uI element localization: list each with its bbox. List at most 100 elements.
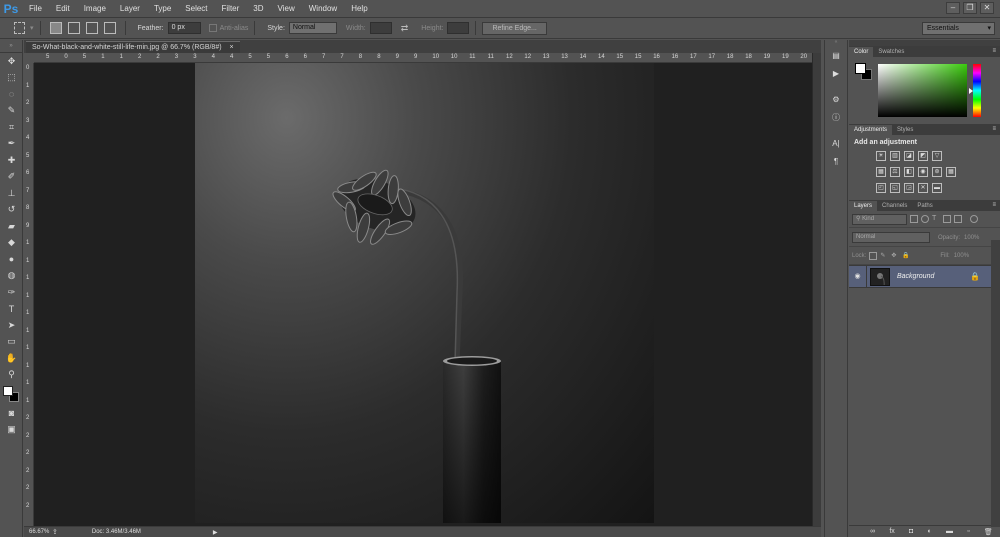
gradient-map-icon[interactable]: ▬ — [932, 183, 942, 193]
layer-name[interactable]: Background — [897, 273, 934, 280]
swap-dimensions-icon[interactable]: ⇄ — [401, 23, 409, 34]
visibility-eye-icon[interactable]: ◉ — [849, 265, 867, 288]
feather-input[interactable]: 0 px — [167, 22, 201, 34]
pen-tool-icon[interactable]: ✑ — [0, 284, 23, 301]
type-tool-icon[interactable]: T — [0, 301, 23, 318]
channel-mixer-icon[interactable]: ⊛ — [932, 167, 942, 177]
foreground-color-swatch[interactable] — [3, 386, 13, 396]
color-balance-icon[interactable]: ⚖ — [890, 167, 900, 177]
hue-saturation-icon[interactable]: ▦ — [876, 167, 886, 177]
hue-slider[interactable] — [973, 64, 981, 117]
tab-channels[interactable]: Channels — [877, 201, 912, 211]
add-selection-icon[interactable] — [67, 22, 80, 34]
tab-close-icon[interactable]: × — [230, 44, 234, 51]
properties-panel-icon[interactable]: ⚙ — [825, 91, 847, 107]
paragraph-panel-icon[interactable]: ¶ — [825, 153, 847, 169]
marquee-tool-icon[interactable]: ⬚ — [0, 70, 23, 87]
adjustments-menu-icon[interactable]: ≡ — [992, 126, 996, 132]
lasso-tool-icon[interactable]: ◌ — [0, 86, 23, 103]
tab-swatches[interactable]: Swatches — [873, 47, 909, 57]
smart-object-filter-icon[interactable] — [954, 215, 962, 223]
lock-pixels-icon[interactable]: ✎ — [880, 252, 888, 260]
vibrance-icon[interactable]: ▽ — [932, 151, 942, 161]
layers-list-empty-area[interactable] — [849, 289, 1000, 525]
menu-edit[interactable]: Edit — [49, 4, 77, 13]
style-select[interactable]: Normal — [288, 22, 337, 34]
black-white-icon[interactable]: ◧ — [904, 167, 914, 177]
healing-brush-tool-icon[interactable]: ✚ — [0, 152, 23, 169]
lock-all-icon[interactable]: 🔒 — [902, 252, 910, 260]
new-adjustment-icon[interactable]: ◐ — [928, 528, 932, 535]
brightness-contrast-icon[interactable]: ☀ — [876, 151, 886, 161]
pixel-filter-icon[interactable] — [910, 215, 918, 223]
restore-button[interactable]: ❐ — [963, 2, 977, 14]
curves-icon[interactable]: ◪ — [904, 151, 914, 161]
levels-icon[interactable]: ▥ — [890, 151, 900, 161]
color-panel-menu-icon[interactable]: ≡ — [992, 48, 996, 54]
close-button[interactable]: ✕ — [980, 2, 994, 14]
new-selection-icon[interactable] — [49, 22, 62, 34]
filter-toggle-icon[interactable] — [970, 215, 978, 223]
preset-dropdown-arrow-icon[interactable]: ▾ — [30, 24, 34, 32]
share-icon[interactable]: ⇪ — [52, 528, 58, 536]
menu-help[interactable]: Help — [344, 4, 374, 13]
lock-position-icon[interactable]: ✥ — [891, 252, 899, 260]
path-selection-tool-icon[interactable]: ➤ — [0, 317, 23, 334]
photo-filter-icon[interactable]: ◉ — [918, 167, 928, 177]
width-input[interactable] — [369, 22, 392, 34]
tab-paths[interactable]: Paths — [912, 201, 937, 211]
color-field[interactable] — [878, 64, 967, 117]
menu-filter[interactable]: Filter — [215, 4, 247, 13]
opacity-value[interactable]: 100% — [964, 235, 979, 241]
move-tool-icon[interactable]: ✥ — [0, 53, 23, 70]
actions-panel-icon[interactable]: ▶ — [825, 65, 847, 81]
new-layer-icon[interactable]: ▫ — [967, 528, 969, 535]
character-panel-icon[interactable]: A| — [825, 135, 847, 151]
tools-collapse-icon[interactable]: » — [0, 40, 22, 53]
info-panel-icon[interactable]: ⓘ — [825, 109, 847, 125]
dock-collapse-icon[interactable]: « — [825, 40, 847, 45]
link-layers-icon[interactable]: ∞ — [870, 528, 875, 535]
layer-row-background[interactable]: ◉ Background 🔒 — [849, 265, 1000, 288]
vertical-ruler[interactable]: 0 1 2 3 4 5 6 7 8 9 1 1 1 1 1 1 1 1 1 1 2 2 2 2 2 2 — [24, 63, 34, 526]
hand-tool-icon[interactable]: ✋ — [0, 350, 23, 367]
color-lookup-icon[interactable]: ▦ — [946, 167, 956, 177]
intersect-selection-icon[interactable] — [103, 22, 116, 34]
threshold-icon[interactable]: ◲ — [904, 183, 914, 193]
adjustment-filter-icon[interactable] — [921, 215, 929, 223]
dodge-tool-icon[interactable]: ◍ — [0, 268, 23, 285]
invert-icon[interactable]: ◰ — [876, 183, 886, 193]
tab-layers[interactable]: Layers — [849, 201, 878, 211]
document-canvas[interactable] — [195, 63, 654, 523]
blur-tool-icon[interactable]: ● — [0, 251, 23, 268]
document-vertical-scrollbar[interactable] — [812, 53, 821, 526]
brush-tool-icon[interactable]: ✐ — [0, 169, 23, 186]
exposure-icon[interactable]: ◩ — [918, 151, 928, 161]
height-input[interactable] — [447, 22, 470, 34]
paint-bucket-tool-icon[interactable]: ◆ — [0, 235, 23, 252]
shape-filter-icon[interactable] — [943, 215, 951, 223]
ruler-origin[interactable] — [24, 53, 34, 63]
selective-color-icon[interactable]: ✕ — [918, 183, 928, 193]
menu-select[interactable]: Select — [178, 4, 214, 13]
history-brush-tool-icon[interactable]: ↺ — [0, 202, 23, 219]
menu-view[interactable]: View — [271, 4, 302, 13]
new-group-icon[interactable]: ▬ — [946, 528, 953, 535]
menu-file[interactable]: File — [22, 4, 49, 13]
horizontal-ruler[interactable]: 5 0 5 1 1 2 2 3 3 4 4 5 5 6 6 7 7 8 8 9 9 10 10 11 11 12 12 13 13 14 1… — [34, 53, 812, 63]
clone-stamp-tool-icon[interactable]: ⊥ — [0, 185, 23, 202]
fill-value[interactable]: 100% — [954, 253, 969, 259]
tab-adjustments[interactable]: Adjustments — [849, 125, 893, 135]
menu-layer[interactable]: Layer — [113, 4, 147, 13]
posterize-icon[interactable]: ◱ — [890, 183, 900, 193]
status-menu-arrow-icon[interactable]: ▶ — [213, 529, 218, 536]
rectangle-tool-icon[interactable]: ▭ — [0, 334, 23, 351]
zoom-tool-icon[interactable]: ⚲ — [0, 367, 23, 384]
document-tab[interactable]: So-What-black-and-white-still-life-min.j… — [26, 41, 240, 53]
tab-color[interactable]: Color — [849, 47, 874, 57]
screen-mode-icon[interactable]: ▣ — [0, 422, 23, 439]
layers-menu-icon[interactable]: ≡ — [992, 202, 996, 208]
type-filter-icon[interactable]: T — [932, 215, 940, 223]
eraser-tool-icon[interactable]: ▰ — [0, 218, 23, 235]
tab-styles[interactable]: Styles — [892, 125, 918, 135]
